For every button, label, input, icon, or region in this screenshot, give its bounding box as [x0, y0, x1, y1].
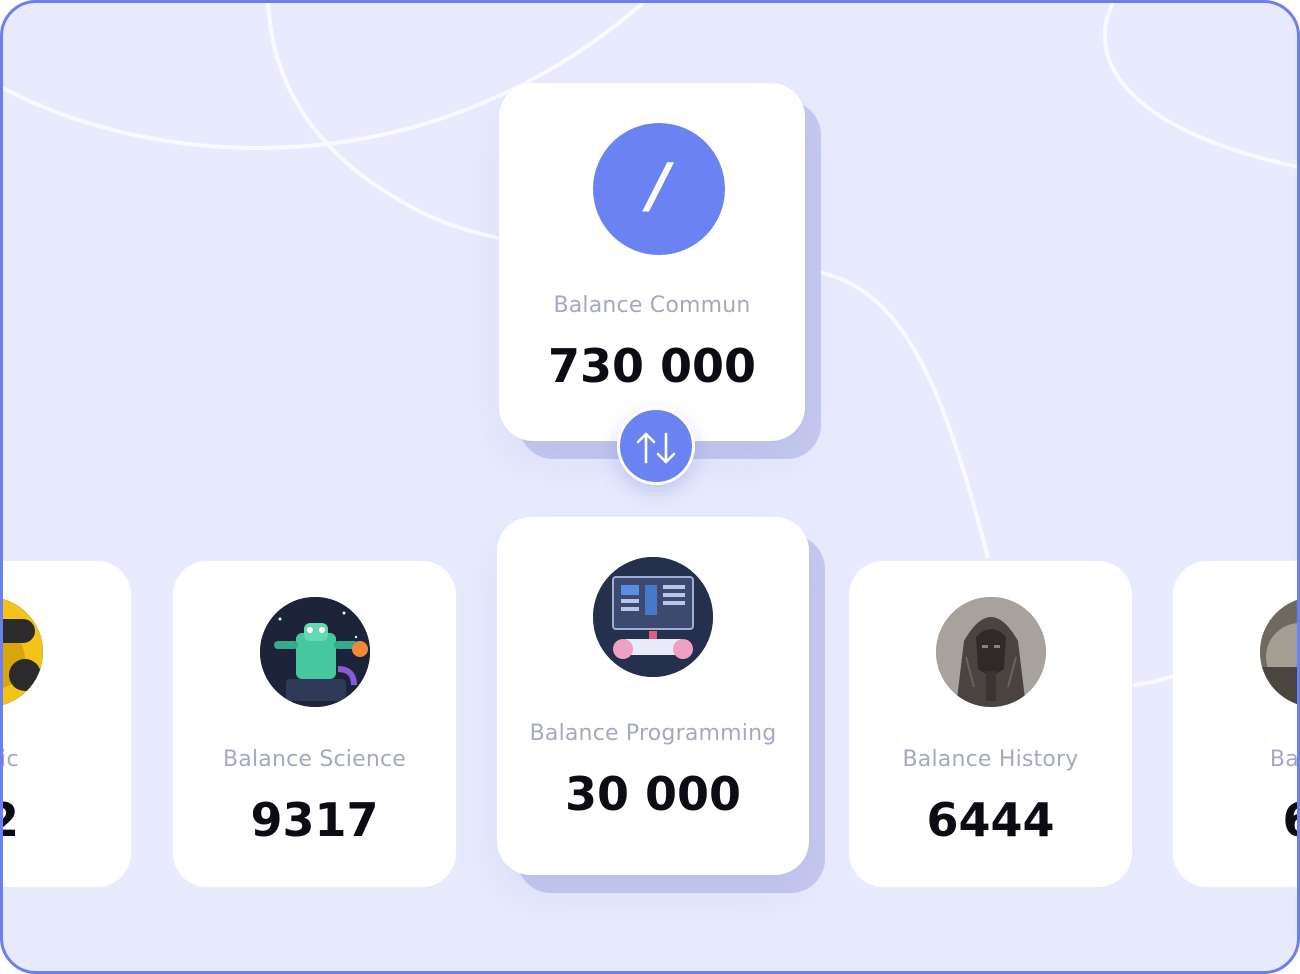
commun-logo-icon: / [593, 123, 725, 255]
history-avatar [936, 597, 1046, 707]
card-science-label: Balance Science [222, 747, 407, 772]
top-balance-card[interactable]: / Balance Commun 730 000 [499, 83, 805, 441]
top-card-label: Balance Commun [553, 293, 751, 318]
commun-logo-glyph: / [648, 151, 670, 221]
card-programming[interactable]: Balance Programming 30 000 [497, 517, 809, 875]
card-history-label: Balance History [902, 747, 1079, 772]
app-frame: / Balance Commun 730 000 Music 42 [0, 0, 1300, 974]
card-programming-value: 30 000 [564, 767, 742, 821]
card-partial-label: Balance [1269, 747, 1299, 772]
card-music-value: 42 [3, 793, 131, 847]
swap-button[interactable] [617, 407, 695, 485]
top-card-value: 730 000 [547, 339, 757, 393]
card-history-value: 6444 [926, 793, 1055, 847]
card-science-value: 9317 [250, 793, 379, 847]
card-science[interactable]: Balance Science 9317 [173, 561, 456, 887]
programming-avatar [593, 557, 713, 677]
science-avatar [260, 597, 370, 707]
card-partial-right[interactable]: Balance 60 [1173, 561, 1299, 887]
card-music[interactable]: Music 42 [0, 561, 131, 887]
music-avatar [3, 597, 43, 707]
card-partial-value: 60 [1173, 793, 1297, 847]
swap-vertical-icon [636, 432, 676, 464]
partial-avatar [1260, 597, 1297, 707]
card-music-label: Music [0, 747, 19, 772]
card-history[interactable]: Balance History 6444 [849, 561, 1132, 887]
card-programming-label: Balance Programming [529, 721, 777, 746]
